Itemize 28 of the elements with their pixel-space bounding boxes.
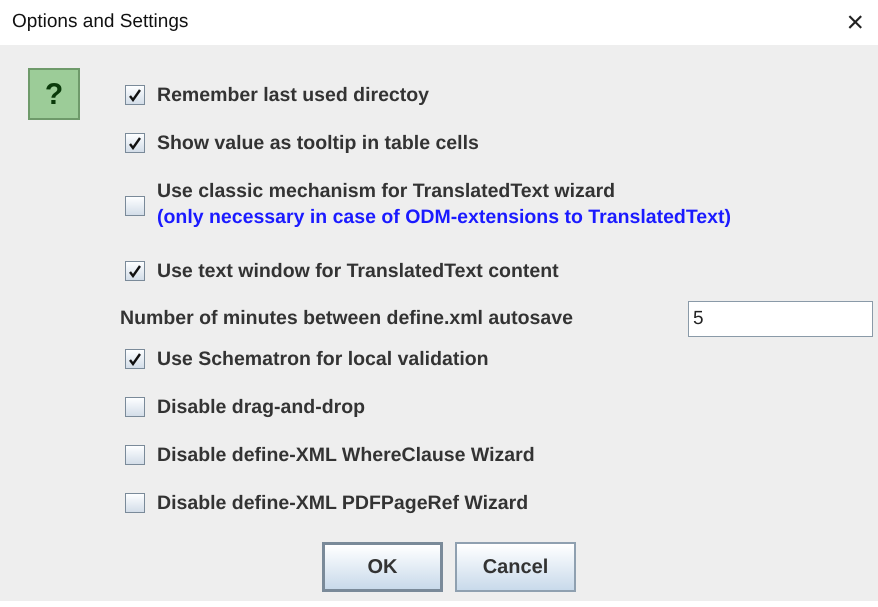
option-note: (only necessary in case of ODM-extensions to TranslatedText): [157, 205, 731, 230]
checkmark-icon: [128, 88, 142, 102]
checkmark-icon: [128, 264, 142, 278]
checkbox[interactable]: [125, 261, 145, 281]
checkmark-icon: [128, 136, 142, 150]
dialog-button[interactable]: OK: [322, 542, 443, 592]
option-label: Use text window for TranslatedText content: [157, 259, 559, 283]
checkbox[interactable]: [125, 196, 145, 216]
checkmark-icon: [128, 352, 142, 366]
checkbox[interactable]: [125, 397, 145, 417]
close-button[interactable]: ×: [846, 8, 864, 38]
checkbox[interactable]: [125, 349, 145, 369]
checkbox[interactable]: [125, 445, 145, 465]
field-label: Number of minutes between define.xml autosave: [120, 306, 573, 332]
option-label: Disable define-XML WhereClause Wizard: [157, 443, 535, 467]
option-label: Show value as tooltip in table cells: [157, 131, 479, 155]
checkbox[interactable]: [125, 133, 145, 153]
help-icon: ?: [28, 68, 80, 120]
option-label: Use classic mechanism for TranslatedText wizard: [157, 179, 616, 203]
window-title: Options and Settings: [12, 10, 188, 34]
option-label: Use Schematron for local validation: [157, 347, 489, 371]
option-label: Disable drag-and-drop: [157, 395, 366, 419]
option-label: Remember last used directoy: [157, 83, 430, 107]
dialog-button[interactable]: Cancel: [455, 542, 576, 592]
checkbox[interactable]: [125, 85, 145, 105]
option-label: Disable define-XML PDFPageRef Wizard: [157, 491, 528, 515]
checkbox[interactable]: [125, 493, 145, 513]
input-field[interactable]: 5: [688, 301, 873, 337]
